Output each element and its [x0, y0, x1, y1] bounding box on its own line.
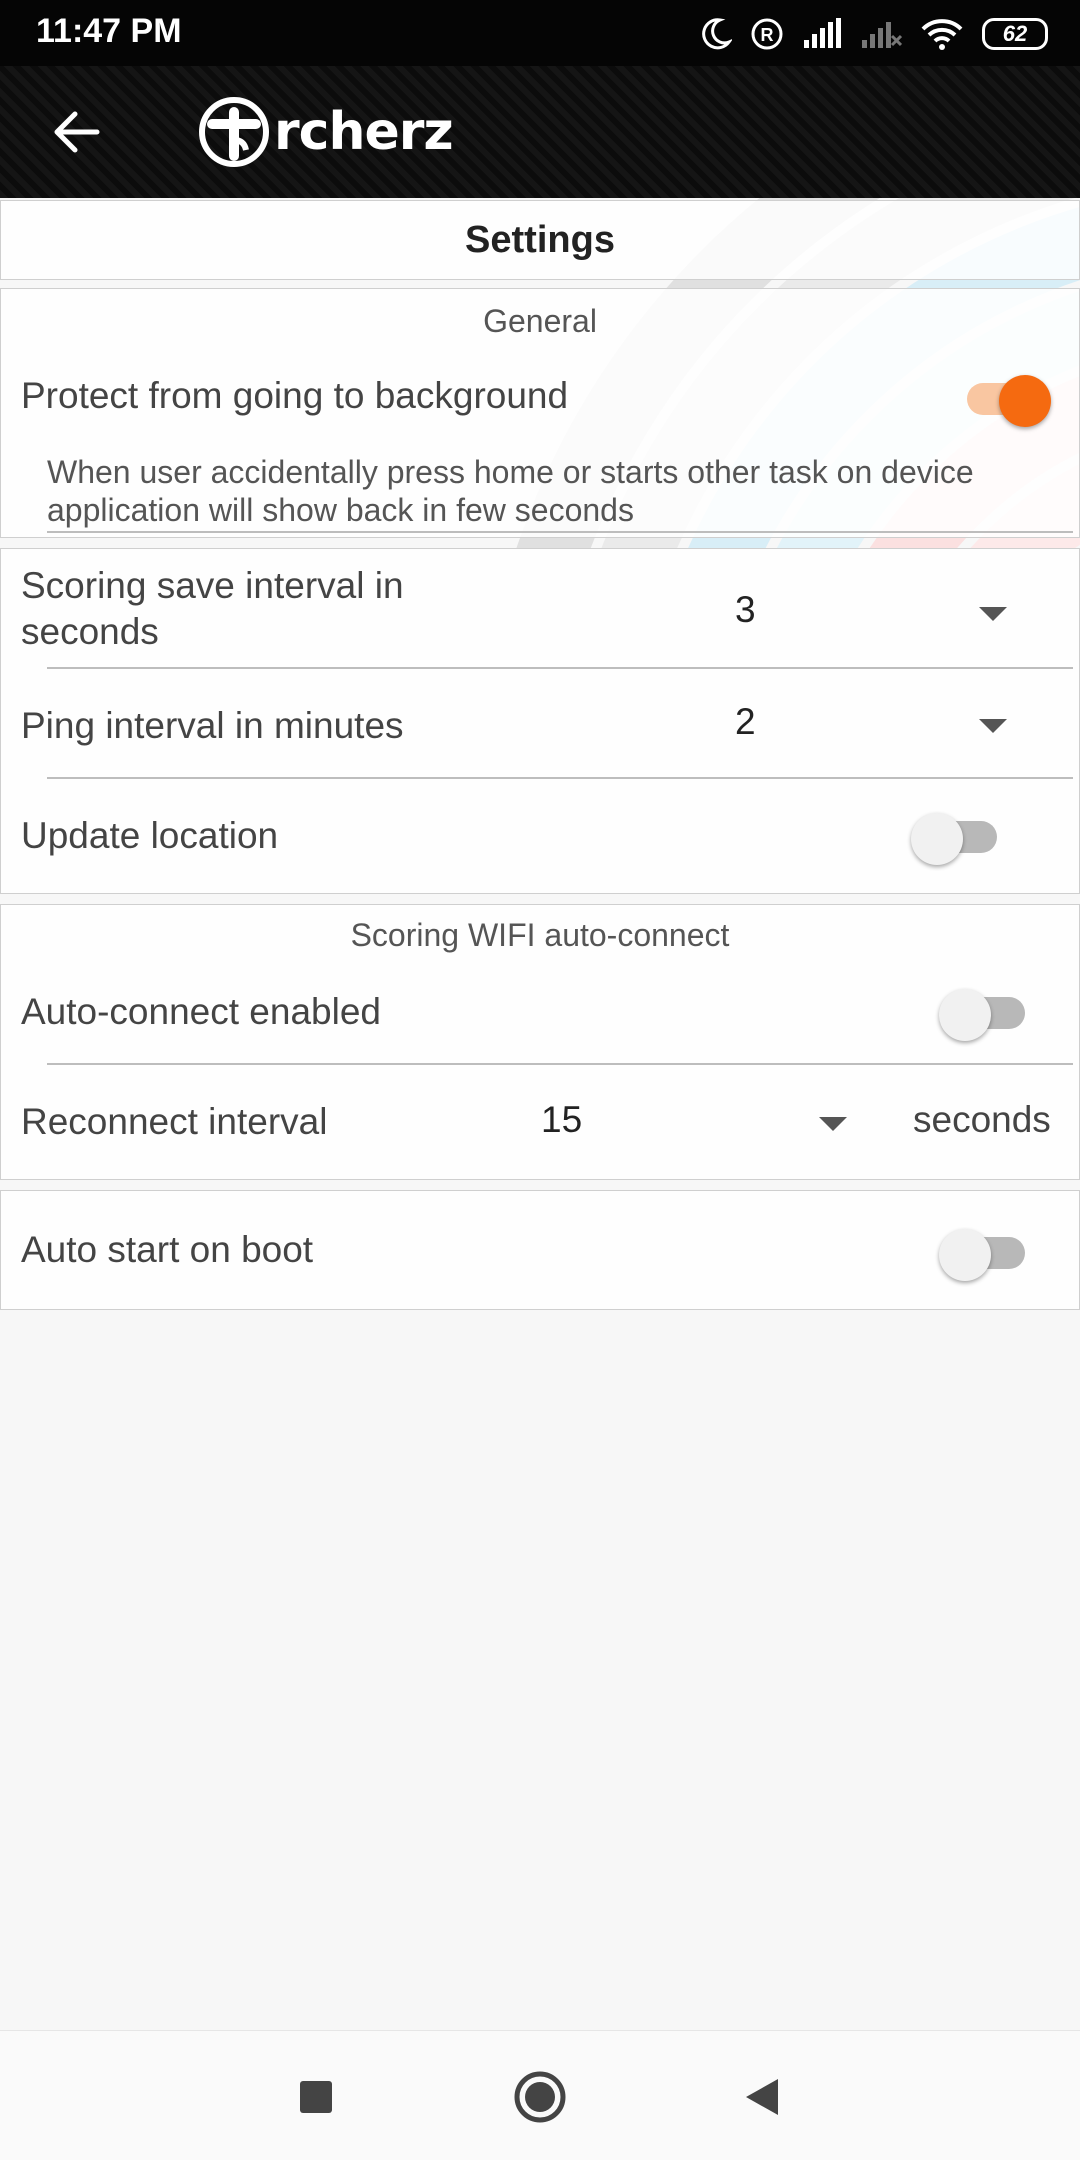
- app-logo: rcherz: [198, 94, 454, 170]
- autoconnect-toggle[interactable]: [939, 979, 1029, 1041]
- protect-toggle-thumb: [999, 375, 1051, 427]
- update-location-label: Update location: [21, 815, 279, 856]
- status-icons: R 62: [700, 12, 1048, 56]
- arrow-left-icon: [54, 111, 100, 153]
- back-nav-button[interactable]: [730, 2065, 794, 2129]
- triangle-back-icon: [746, 2079, 778, 2115]
- wifi-icon: [920, 17, 964, 51]
- reconnect-interval-select[interactable]: 15: [521, 1089, 861, 1159]
- archer-logo-icon: [199, 97, 269, 167]
- scoring-interval-value: 3: [735, 589, 756, 630]
- protect-label: Protect from going to background: [21, 375, 569, 416]
- general-header: General: [483, 303, 597, 339]
- auto-start-label: Auto start on boot: [21, 1229, 314, 1270]
- intervals-card: Scoring save interval in seconds 3 Ping …: [0, 548, 1080, 894]
- chevron-down-icon: [979, 719, 1007, 733]
- status-time: 11:47 PM: [36, 12, 182, 50]
- wifi-header: Scoring WIFI auto-connect: [350, 917, 730, 953]
- general-card: General Protect from going to background…: [0, 288, 1080, 538]
- status-bar: 11:47 PM R 62: [0, 0, 1080, 66]
- chevron-down-icon: [819, 1117, 847, 1131]
- reconnect-interval-label: Reconnect interval: [21, 1101, 328, 1142]
- app-bar: rcherz: [0, 66, 1080, 198]
- auto-start-toggle-thumb: [939, 1229, 991, 1281]
- ping-interval-label: Ping interval in minutes: [21, 705, 404, 746]
- ping-interval-value: 2: [735, 701, 756, 742]
- chevron-down-icon: [979, 607, 1007, 621]
- page-title-card: Settings: [0, 200, 1080, 280]
- scoring-interval-select[interactable]: 3: [701, 579, 1031, 649]
- update-location-toggle[interactable]: [911, 803, 1001, 865]
- recents-button[interactable]: [284, 2065, 348, 2129]
- autoconnect-toggle-thumb: [939, 989, 991, 1041]
- reconnect-interval-value: 15: [541, 1099, 583, 1140]
- ping-interval-select[interactable]: 2: [701, 691, 1031, 761]
- update-location-toggle-thumb: [911, 813, 963, 865]
- divider: [47, 1063, 1073, 1065]
- home-button[interactable]: [508, 2065, 572, 2129]
- scoring-interval-label: Scoring save interval in seconds: [21, 565, 404, 652]
- svg-text:R: R: [761, 25, 774, 45]
- wifi-card: Scoring WIFI auto-connect Auto-connect e…: [0, 904, 1080, 1180]
- system-nav-bar: [0, 2030, 1080, 2160]
- registered-icon: R: [750, 17, 784, 51]
- signal-icon: [802, 18, 842, 50]
- divider: [47, 667, 1073, 669]
- autoconnect-label: Auto-connect enabled: [21, 991, 381, 1032]
- divider: [47, 531, 1073, 533]
- circle-icon: [514, 2071, 566, 2123]
- boot-card: Auto start on boot: [0, 1190, 1080, 1310]
- back-button[interactable]: [44, 104, 108, 160]
- app-logo-text: rcherz: [274, 102, 454, 162]
- page-title: Settings: [465, 218, 615, 261]
- protect-description: When user accidentally press home or sta…: [47, 454, 974, 528]
- auto-start-toggle[interactable]: [939, 1219, 1029, 1281]
- divider: [47, 777, 1073, 779]
- reconnect-unit: seconds: [913, 1099, 1051, 1140]
- square-icon: [300, 2081, 332, 2113]
- protect-toggle[interactable]: [957, 365, 1051, 427]
- signal-no-icon: [860, 18, 902, 50]
- moon-icon: [700, 17, 732, 51]
- battery-icon: 62: [982, 18, 1048, 50]
